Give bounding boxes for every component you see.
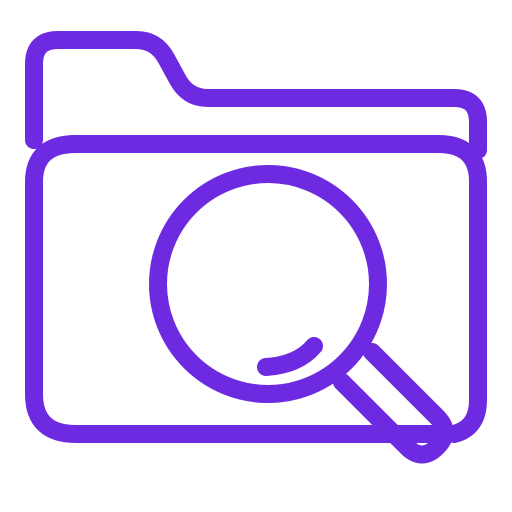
folder-back-shape	[25, 31, 487, 159]
icon-canvas	[0, 0, 512, 512]
folder-search-icon	[25, 31, 487, 464]
magnifier-glint-shape	[257, 337, 323, 376]
